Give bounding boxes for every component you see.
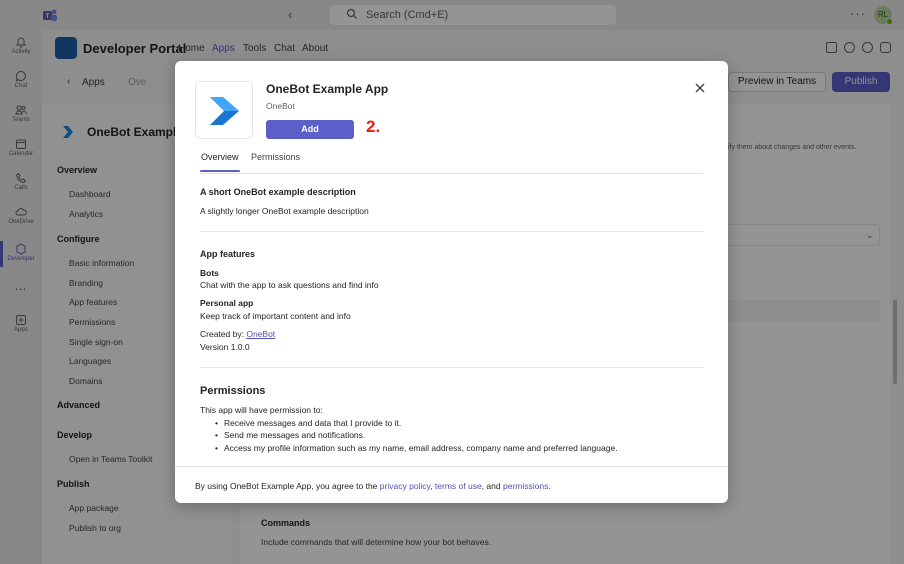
permissions-link[interactable]: permissions — [503, 481, 548, 491]
app-logo-icon — [210, 97, 239, 125]
footer-prefix: By using OneBot Example App, you agree t… — [195, 481, 378, 491]
step-marker: 2. — [366, 117, 381, 136]
version-text: Version 1.0.0 — [200, 342, 250, 352]
created-by: Created by: OneBot — [200, 329, 275, 339]
short-description: A short OneBot example description — [200, 187, 356, 197]
feature-description: Chat with the app to ask questions and f… — [200, 280, 379, 290]
add-button[interactable]: Add — [266, 120, 354, 139]
close-icon[interactable] — [693, 81, 707, 95]
footer-divider — [175, 466, 728, 467]
tab-overview[interactable]: Overview — [201, 152, 239, 162]
app-install-dialog: OneBot Example App OneBot Add 2. Overvie… — [175, 61, 728, 503]
features-title: App features — [200, 249, 256, 259]
long-description: A slightly longer OneBot example descrip… — [200, 206, 369, 216]
footer-and: , and — [481, 481, 501, 491]
divider — [200, 231, 703, 232]
feature-title: Personal app — [200, 298, 254, 308]
active-tab-indicator — [200, 170, 240, 172]
dialog-app-title: OneBot Example App — [266, 82, 389, 96]
permission-item: Access my profile information such as my… — [215, 443, 618, 455]
divider — [200, 367, 703, 368]
permissions-intro: This app will have permission to: — [200, 405, 323, 415]
feature-title: Bots — [200, 268, 219, 278]
dialog-app-developer: OneBot — [266, 101, 295, 111]
dialog-footer: By using OneBot Example App, you agree t… — [195, 481, 551, 491]
tabs-divider — [200, 173, 703, 174]
developer-link[interactable]: OneBot — [246, 329, 275, 339]
footer-end: . — [548, 481, 551, 491]
permissions-title: Permissions — [200, 385, 266, 397]
tab-permissions[interactable]: Permissions — [251, 152, 300, 162]
created-by-label: Created by: — [200, 329, 244, 339]
permission-item: Receive messages and data that I provide… — [215, 418, 618, 430]
app-icon — [195, 81, 253, 139]
terms-of-use-link[interactable]: terms of use — [435, 481, 482, 491]
footer-comma: , — [430, 481, 433, 491]
feature-description: Keep track of important content and info — [200, 311, 351, 321]
permissions-list: This app will have permission to: Receiv… — [200, 405, 618, 455]
privacy-policy-link[interactable]: privacy policy — [380, 481, 430, 491]
permission-item: Send me messages and notifications. — [215, 430, 618, 442]
